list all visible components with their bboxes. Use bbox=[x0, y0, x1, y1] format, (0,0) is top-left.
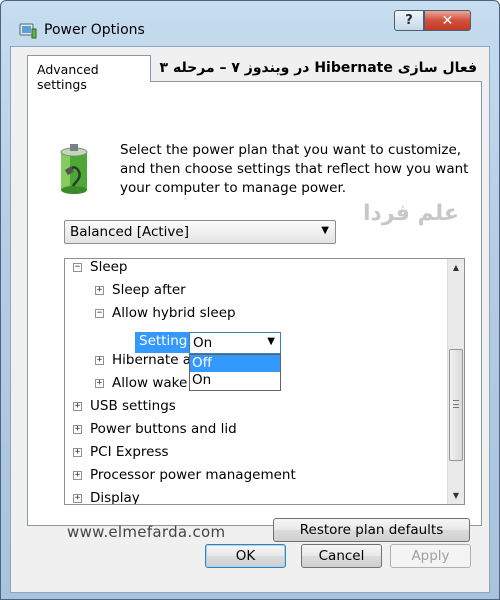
setting-dropdown-list[interactable]: Off On bbox=[189, 354, 281, 391]
power-options-icon bbox=[19, 23, 37, 39]
overlay-caption: فعال سازی Hibernate در ویندوز ۷ – مرحله … bbox=[159, 60, 477, 76]
site-watermark: علم فردا bbox=[363, 201, 459, 226]
tree-item-label: Sleep after bbox=[112, 282, 186, 298]
tree-item-processor-power-management[interactable]: + Processor power management bbox=[73, 465, 296, 485]
tree-item-label: Hibernate af bbox=[112, 352, 196, 368]
dropdown-option-off[interactable]: Off bbox=[190, 355, 280, 372]
plan-description: Select the power plan that you want to c… bbox=[120, 142, 469, 196]
tree-item-label: USB settings bbox=[90, 398, 176, 414]
expand-icon[interactable]: + bbox=[73, 493, 82, 503]
expand-icon[interactable]: + bbox=[95, 285, 104, 295]
tree-item-usb-settings[interactable]: + USB settings bbox=[73, 396, 176, 416]
close-button[interactable]: ✕ bbox=[424, 10, 471, 31]
title-bar[interactable]: Power Options ? ✕ bbox=[1, 1, 499, 43]
power-plan-select[interactable]: Balanced [Active] ▼ bbox=[64, 220, 336, 244]
tree-item-label: Allow hybrid sleep bbox=[112, 305, 236, 321]
tree-item-allow-hybrid-sleep[interactable]: − Allow hybrid sleep bbox=[95, 303, 236, 323]
collapse-icon[interactable]: − bbox=[73, 262, 82, 272]
close-icon: ✕ bbox=[441, 12, 454, 29]
expand-icon[interactable]: + bbox=[73, 470, 82, 480]
tree-item-label: Sleep bbox=[90, 259, 128, 275]
tree-item-label: Power buttons and lid bbox=[90, 421, 237, 437]
chevron-down-icon: ▼ bbox=[321, 225, 329, 236]
setting-combo-value: On bbox=[193, 335, 213, 351]
power-plan-select-value: Balanced [Active] bbox=[70, 224, 189, 240]
collapse-icon[interactable]: − bbox=[95, 308, 104, 318]
expand-icon[interactable]: + bbox=[95, 378, 104, 388]
tree-item-label: Processor power management bbox=[90, 467, 296, 483]
tree-item-sleep-after[interactable]: + Sleep after bbox=[95, 280, 186, 300]
scroll-down-arrow-icon[interactable]: ▼ bbox=[448, 487, 464, 504]
chevron-down-icon[interactable]: ▼ bbox=[267, 336, 275, 347]
hybrid-sleep-setting-combo[interactable]: On ▼ bbox=[189, 332, 281, 354]
dialog-client-area: Advanced settings فعال سازی Hibernate در… bbox=[10, 46, 490, 593]
tree-item-hibernate-after[interactable]: + Hibernate af bbox=[95, 350, 196, 370]
scrollbar-thumb[interactable] bbox=[449, 349, 463, 461]
restore-plan-defaults-button[interactable]: Restore plan defaults bbox=[273, 518, 470, 542]
tab-advanced-settings[interactable]: Advanced settings bbox=[27, 55, 151, 92]
tree-item-power-buttons-and-lid[interactable]: + Power buttons and lid bbox=[73, 419, 237, 439]
ok-button[interactable]: OK bbox=[205, 544, 286, 568]
tree-item-label: PCI Express bbox=[90, 444, 169, 460]
tree-item-sleep[interactable]: − Sleep bbox=[73, 259, 128, 277]
grip-icon bbox=[453, 400, 459, 408]
expand-icon[interactable]: + bbox=[73, 424, 82, 434]
advanced-settings-panel: Select the power plan that you want to c… bbox=[27, 81, 482, 542]
expand-icon[interactable]: + bbox=[95, 355, 104, 365]
help-button[interactable]: ? bbox=[394, 10, 424, 31]
tree-item-label: Display bbox=[90, 490, 140, 505]
window-title: Power Options bbox=[44, 22, 145, 38]
scroll-up-arrow-icon[interactable]: ▲ bbox=[448, 259, 464, 276]
expand-icon[interactable]: + bbox=[73, 401, 82, 411]
settings-tree[interactable]: − Sleep + Sleep after − Allow hybrid sle… bbox=[64, 258, 465, 505]
apply-button[interactable]: Apply bbox=[390, 544, 471, 568]
dropdown-option-on[interactable]: On bbox=[190, 372, 280, 389]
cancel-button[interactable]: Cancel bbox=[301, 544, 382, 568]
tree-item-display[interactable]: + Display bbox=[73, 488, 140, 505]
expand-icon[interactable]: + bbox=[73, 447, 82, 457]
tree-item-pci-express[interactable]: + PCI Express bbox=[73, 442, 169, 462]
battery-plug-icon bbox=[60, 144, 88, 194]
power-options-window: Power Options ? ✕ Advanced settings فعال… bbox=[0, 0, 500, 600]
tree-scrollbar[interactable]: ▲ ▼ bbox=[447, 259, 464, 504]
site-url-watermark: www.elmefarda.com bbox=[67, 523, 226, 541]
